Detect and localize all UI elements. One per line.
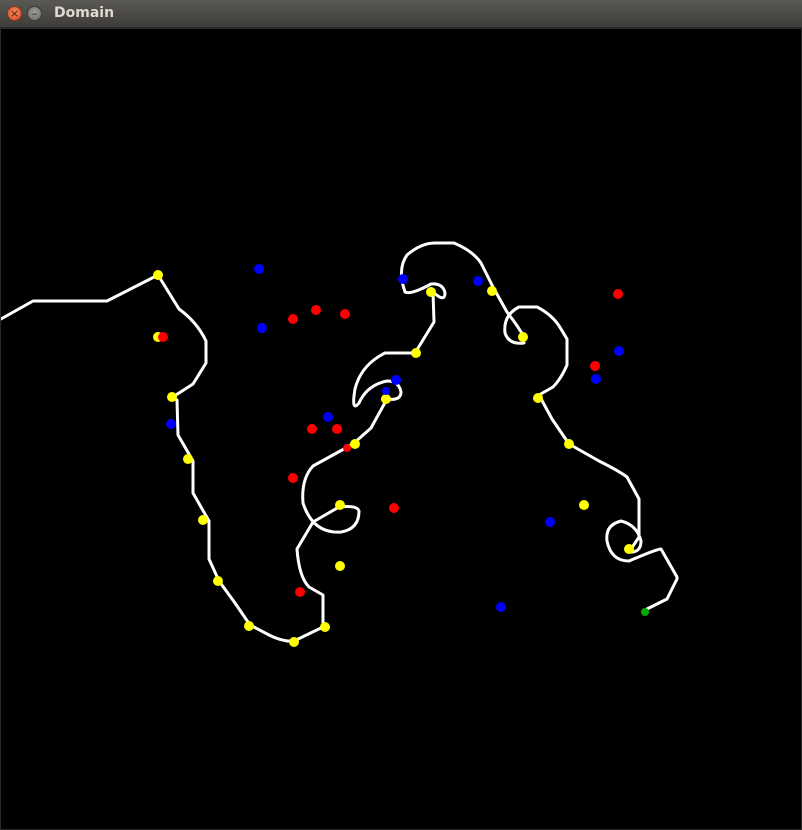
waypoint-marker [381,394,391,404]
blue-marker [257,323,267,333]
red-marker [288,314,298,324]
waypoint-marker [335,500,345,510]
red-marker [311,305,321,315]
waypoint-marker [289,637,299,647]
red-marker [332,424,342,434]
waypoint-marker [183,454,193,464]
blue-marker [398,274,408,284]
waypoint-marker [320,622,330,632]
minimize-icon: – [31,7,38,20]
domain-canvas[interactable] [0,28,802,830]
blue-marker [166,419,176,429]
blue-marker [545,517,555,527]
close-icon: × [9,7,20,20]
waypoint-marker [624,544,634,554]
blue-marker [391,375,401,385]
waypoint-marker [167,392,177,402]
trajectory-path [1,241,679,643]
waypoint-marker [579,500,589,510]
red-marker [158,332,168,342]
waypoint-marker [350,439,360,449]
blue-marker [614,346,624,356]
close-button[interactable]: × [7,6,22,21]
red-marker [590,361,600,371]
blue-marker [323,412,333,422]
red-marker [307,424,317,434]
red-marker [295,587,305,597]
domain-plot [1,241,679,647]
waypoint-marker [426,287,436,297]
waypoint-marker [487,286,497,296]
waypoint-marker [153,270,163,280]
waypoint-marker [198,515,208,525]
red-marker [288,473,298,483]
red-marker [340,309,350,319]
waypoint-marker [564,439,574,449]
blue-marker [254,264,264,274]
blue-marker [382,387,390,395]
blue-markers [166,264,624,612]
red-marker [613,289,623,299]
blue-marker [496,602,506,612]
waypoint-marker [335,561,345,571]
blue-marker [591,374,601,384]
waypoint-marker [411,348,421,358]
blue-marker [473,276,483,286]
waypoint-marker [518,332,528,342]
waypoint-marker [533,393,543,403]
app-window: × – Domain [0,0,802,830]
title-bar[interactable]: × – Domain [0,0,802,28]
red-marker [343,444,351,452]
red-markers [158,289,623,597]
minimize-button[interactable]: – [27,6,42,21]
red-marker [389,503,399,513]
end-marker [641,608,649,616]
waypoint-marker [213,576,223,586]
waypoint-marker [244,621,254,631]
window-title: Domain [54,5,115,21]
